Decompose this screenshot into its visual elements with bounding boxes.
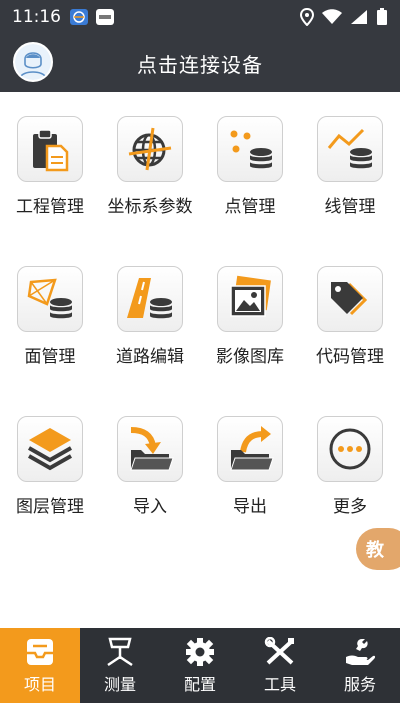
road-edit-icon <box>127 278 172 319</box>
export-folder-icon <box>230 426 274 471</box>
hms-icon <box>96 9 114 25</box>
code-tag-icon <box>331 282 368 316</box>
grid-item-label: 代码管理 <box>316 347 384 367</box>
more-icon <box>329 428 371 470</box>
tab-config[interactable]: 配置 <box>160 628 240 703</box>
tab-label: 配置 <box>183 674 216 694</box>
coordinate-globe-icon <box>128 127 172 171</box>
grid-item-code-manage[interactable]: 代码管理 <box>300 242 400 392</box>
tab-label: 服务 <box>343 674 376 694</box>
grid-item-label: 面管理 <box>24 347 76 367</box>
project-clipboard-icon <box>33 129 69 172</box>
tab-label: 项目 <box>23 674 56 694</box>
grid-item-label: 坐标系参数 <box>107 197 193 217</box>
tab-label: 工具 <box>263 674 296 694</box>
tab-survey[interactable]: 测量 <box>80 628 160 703</box>
grid-item-road-edit[interactable]: 道路编辑 <box>100 242 200 392</box>
service-hand-icon <box>346 638 376 665</box>
surface-database-icon <box>27 278 72 319</box>
bottom-nav: 项目 测量 配置 工具 服务 <box>0 628 400 703</box>
status-time: 11:16 <box>12 7 61 27</box>
tab-project[interactable]: 项目 <box>0 628 80 703</box>
app-icon <box>70 9 88 25</box>
grid-item-point-manage[interactable]: 点管理 <box>200 92 300 242</box>
tools-icon <box>264 636 294 664</box>
grid-item-label: 导出 <box>233 497 267 517</box>
import-folder-icon <box>130 427 174 471</box>
signal-icon <box>351 10 367 24</box>
tab-label: 测量 <box>103 674 136 694</box>
status-bar: 11:16 <box>0 0 400 34</box>
grid-item-more[interactable]: 更多 <box>300 392 400 542</box>
project-tray-icon <box>27 638 53 665</box>
tab-service[interactable]: 服务 <box>320 628 400 703</box>
layers-icon <box>28 428 72 471</box>
grid-item-label: 更多 <box>333 497 367 517</box>
user-avatar-icon[interactable] <box>13 42 53 82</box>
point-database-icon <box>230 130 272 169</box>
grid-item-label: 影像图库 <box>216 347 284 367</box>
tutorial-float-button[interactable]: 教 <box>356 528 400 570</box>
grid-item-label: 道路编辑 <box>116 347 184 367</box>
tab-tools[interactable]: 工具 <box>240 628 320 703</box>
grid-item-project-manage[interactable]: 工程管理 <box>0 92 100 242</box>
grid-item-import[interactable]: 导入 <box>100 392 200 542</box>
grid-item-label: 线管理 <box>324 197 376 217</box>
line-database-icon <box>327 128 372 169</box>
grid-item-label: 图层管理 <box>16 497 84 517</box>
grid-item-layer-manage[interactable]: 图层管理 <box>0 392 100 542</box>
grid-item-export[interactable]: 导出 <box>200 392 300 542</box>
grid-item-coordinate-params[interactable]: 坐标系参数 <box>100 92 200 242</box>
grid-item-label: 工程管理 <box>16 197 84 217</box>
grid-item-label: 点管理 <box>224 197 276 217</box>
grid-item-line-manage[interactable]: 线管理 <box>300 92 400 242</box>
battery-icon <box>377 8 387 25</box>
image-gallery-icon <box>230 275 271 317</box>
grid-item-surface-manage[interactable]: 面管理 <box>0 242 100 392</box>
wifi-icon <box>322 9 342 24</box>
page-title[interactable]: 点击连接设备 <box>137 49 263 78</box>
app-header: 点击连接设备 <box>0 34 400 92</box>
location-icon <box>300 8 314 26</box>
grid-item-image-gallery[interactable]: 影像图库 <box>200 242 300 392</box>
grid-item-label: 导入 <box>133 497 167 517</box>
gear-icon <box>186 637 214 666</box>
survey-instrument-icon <box>107 637 133 666</box>
